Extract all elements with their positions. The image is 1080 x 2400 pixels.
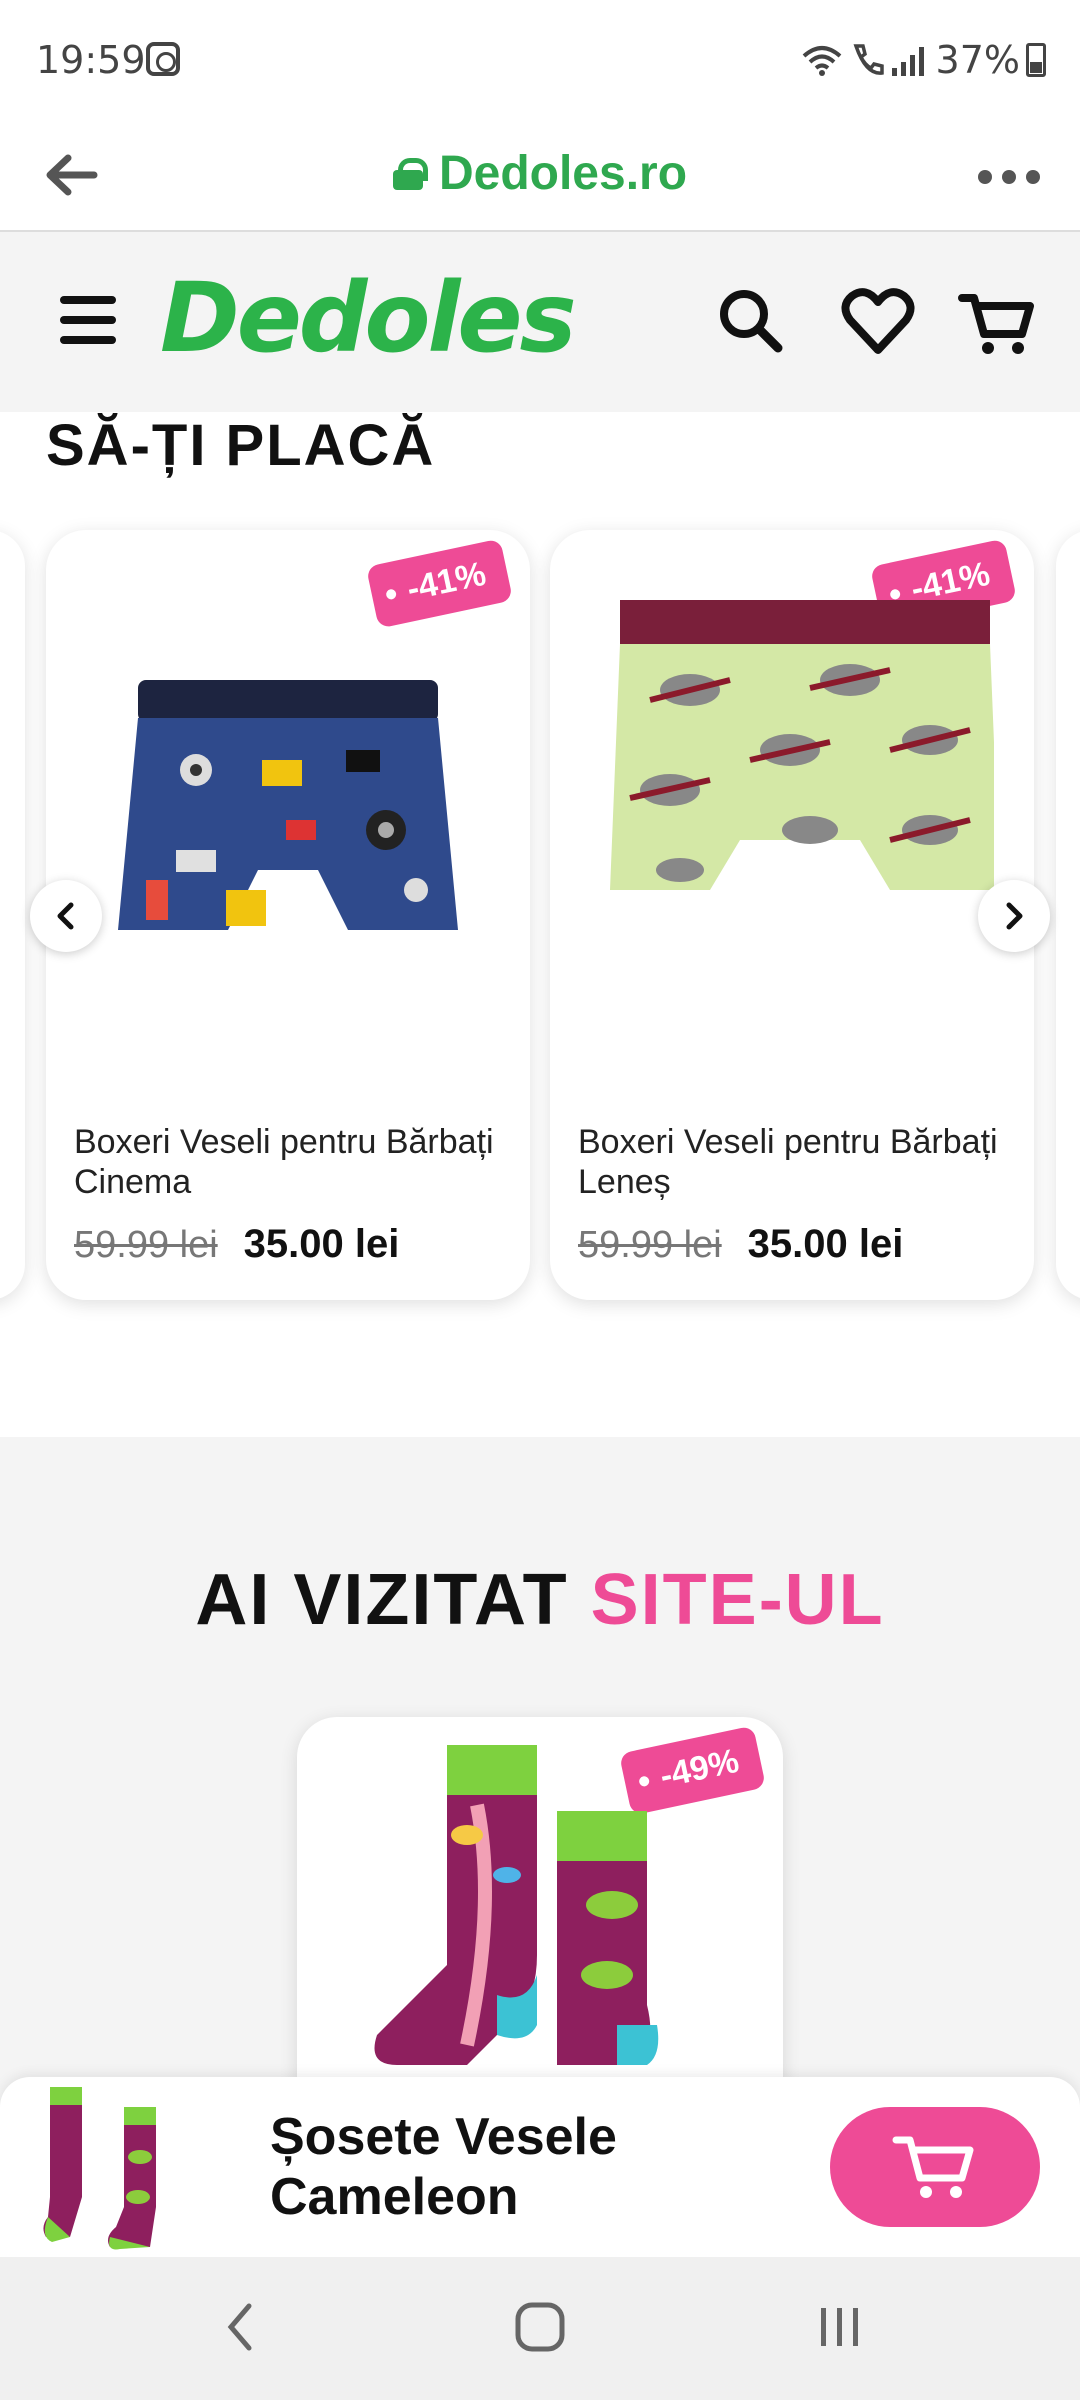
product-title: Șosete Vesele Cameleon: [270, 2108, 617, 2226]
recommended-section: SĂ-ȚI PLACĂ -41% Boxeri Veseli pentru Bă…: [0, 412, 1080, 1437]
recents-icon: [821, 2308, 858, 2346]
lock-icon: [392, 157, 428, 190]
visited-product-card[interactable]: -49%: [297, 1717, 783, 2077]
product-name[interactable]: Boxeri Veseli pentru Bărbați Cinema: [74, 1122, 504, 1202]
cart-icon[interactable]: [958, 282, 1038, 362]
battery-icon: [1026, 43, 1046, 77]
system-recents-button[interactable]: [810, 2297, 870, 2357]
search-icon[interactable]: [712, 282, 792, 362]
site-header: Dedoles: [0, 232, 1080, 412]
chevron-right-icon: [1006, 902, 1023, 930]
product-card-partial-left[interactable]: [0, 530, 25, 1300]
menu-icon[interactable]: [60, 296, 116, 344]
heart-icon[interactable]: [838, 282, 918, 362]
screenshot-app-icon: [146, 42, 180, 76]
system-back-button[interactable]: [210, 2297, 270, 2357]
product-card[interactable]: -41% Boxeri Veseli pentru Bărbați Leneș …: [550, 530, 1034, 1300]
status-bar: 19:59 37%: [0, 0, 1080, 120]
cart-icon: [892, 2136, 974, 2198]
call-icon: [853, 44, 884, 75]
sticky-product-bar: Șosete Vesele Cameleon: [0, 2077, 1080, 2257]
product-image-boxers-sloth[interactable]: [590, 570, 994, 950]
system-navigation-bar: [0, 2257, 1080, 2400]
status-indicators: 37%: [800, 38, 1046, 82]
product-image-boxers-cinema[interactable]: [86, 630, 490, 970]
product-thumbnail[interactable]: [40, 2087, 190, 2252]
signal-icon: [891, 47, 924, 76]
section-title: AI VIZITAT SITE-UL: [0, 1559, 1080, 1641]
browser-toolbar: Dedoles.ro: [0, 120, 1080, 232]
battery-percent: 37%: [935, 38, 1020, 82]
visited-section: AI VIZITAT SITE-UL -49%: [0, 1437, 1080, 2077]
site-logo[interactable]: Dedoles: [160, 262, 577, 374]
add-to-cart-button[interactable]: [830, 2107, 1040, 2227]
home-icon: [515, 2302, 565, 2352]
title-main: AI VIZITAT: [195, 1560, 569, 1640]
carousel-next-button[interactable]: [978, 880, 1050, 952]
old-price: 59.99 lei: [578, 1224, 722, 1266]
product-card-partial-right[interactable]: [1056, 530, 1080, 1300]
price-row: 59.99 lei 35.00 lei: [578, 1222, 903, 1267]
product-card[interactable]: -41% Boxeri Veseli pentru Bărbați Cinema…: [46, 530, 530, 1300]
status-time: 19:59: [36, 38, 146, 82]
back-icon: [227, 2303, 252, 2351]
carousel-prev-button[interactable]: [30, 880, 102, 952]
address-bar[interactable]: Dedoles.ro: [0, 146, 1080, 201]
system-home-button[interactable]: [505, 2297, 575, 2357]
url-text[interactable]: Dedoles.ro: [439, 146, 687, 201]
product-image-socks-chameleon[interactable]: [357, 1745, 737, 2077]
current-price: 35.00 lei: [243, 1222, 400, 1266]
section-title: SĂ-ȚI PLACĂ: [46, 413, 436, 478]
product-name[interactable]: Boxeri Veseli pentru Bărbați Leneș: [578, 1122, 1008, 1202]
old-price: 59.99 lei: [74, 1224, 218, 1266]
more-options-icon[interactable]: [978, 170, 1040, 184]
wifi-icon: [802, 46, 841, 76]
price-row: 59.99 lei 35.00 lei: [74, 1222, 399, 1267]
chevron-left-icon: [57, 902, 74, 930]
discount-badge: -41%: [365, 538, 514, 629]
current-price: 35.00 lei: [747, 1222, 904, 1266]
title-accent: SITE-UL: [590, 1560, 885, 1640]
